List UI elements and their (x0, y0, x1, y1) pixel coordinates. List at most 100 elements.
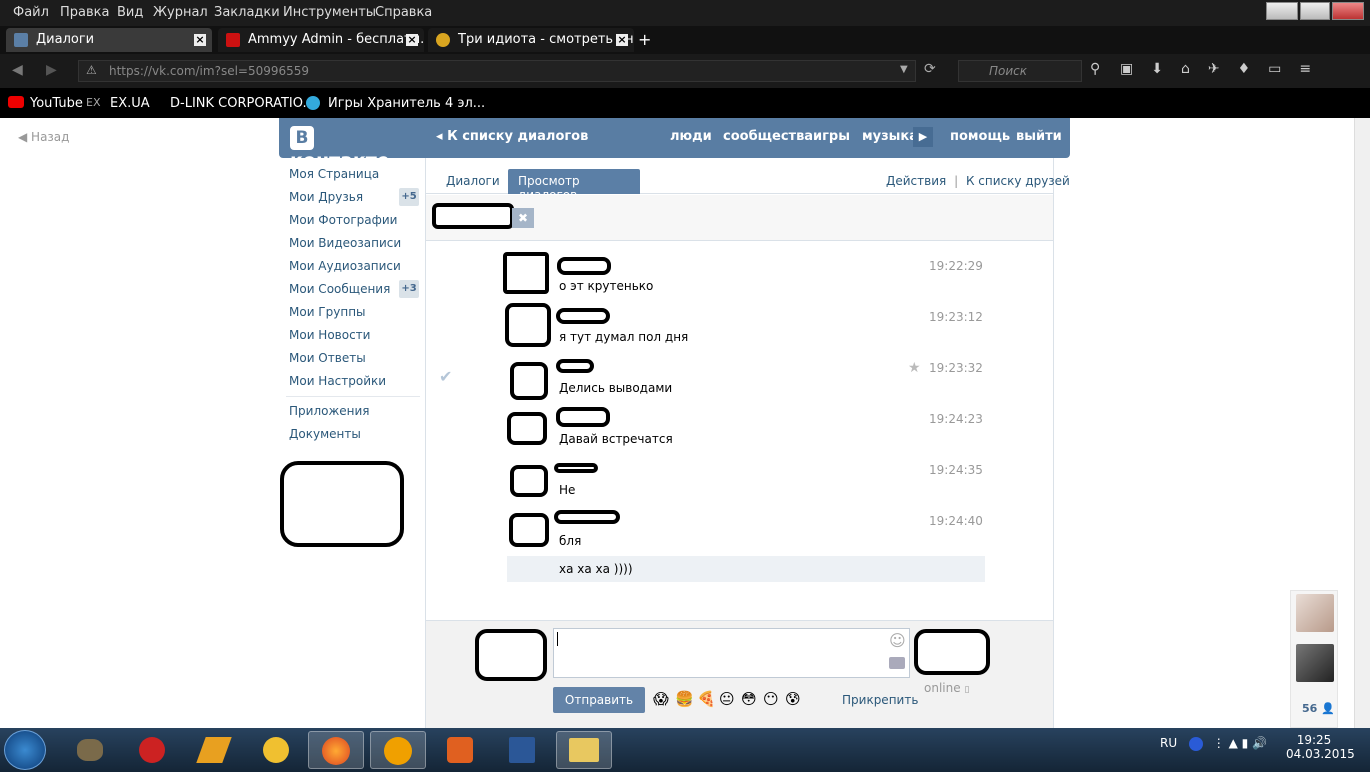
friend-avatar[interactable] (1296, 644, 1334, 682)
redacted-author[interactable] (554, 510, 620, 524)
close-tab-icon[interactable]: × (406, 34, 418, 46)
menu-my-groups[interactable]: Мои Группы (289, 305, 366, 319)
minimize-button[interactable] (1266, 2, 1298, 20)
nav-help[interactable]: помощь (950, 129, 1010, 144)
menu-view[interactable]: Вид (117, 5, 143, 20)
smiley-icon[interactable]: ☺ (889, 631, 906, 650)
emoji-flushed-icon[interactable]: 😳 (741, 690, 757, 708)
message-input[interactable] (553, 628, 910, 678)
attach-link[interactable]: Прикрепить (842, 693, 918, 707)
vk-logo[interactable]: Вконтакте (290, 126, 410, 172)
menu-my-answers[interactable]: Мои Ответы (289, 351, 366, 365)
bookmark-games[interactable]: Игры Хранитель 4 эл... (328, 96, 485, 111)
send-button[interactable]: Отправить (553, 687, 645, 713)
tab-three-idiots[interactable]: Три идиота - смотреть онл... × (428, 28, 634, 52)
close-tab-icon[interactable]: × (194, 34, 206, 46)
remove-peer-icon[interactable]: ✖ (512, 208, 534, 228)
emoji-neutral-icon[interactable]: 😐 (719, 690, 735, 708)
play-icon[interactable]: ▶ (913, 127, 933, 147)
clock-app-icon[interactable] (248, 731, 304, 769)
menu-my-audio[interactable]: Мои Аудиозаписи (289, 259, 401, 273)
menu-my-photos[interactable]: Мои Фотографии (289, 213, 397, 227)
menu-my-friends[interactable]: Мои Друзья (289, 190, 363, 204)
avatar[interactable] (510, 362, 548, 400)
toolbar-icons[interactable]: ▣⬇⌂✈♦▭≡ (1120, 61, 1329, 77)
emoji-anxious-icon[interactable]: 😰 (785, 690, 801, 708)
menu-edit[interactable]: Правка (60, 5, 109, 20)
redacted-author[interactable] (556, 407, 610, 427)
avatar[interactable] (510, 465, 548, 497)
redacted-author[interactable] (554, 463, 598, 473)
language-indicator[interactable]: RU (1160, 736, 1177, 750)
to-dialogs-list-link[interactable]: ◂ К списку диалогов (436, 129, 588, 144)
friends-count[interactable]: 56 👤 (1302, 702, 1335, 715)
nav-games[interactable]: игры (813, 129, 850, 144)
camera-icon[interactable] (889, 657, 905, 669)
peer-avatar[interactable] (914, 629, 990, 675)
back-link[interactable]: ◀ Назад (18, 130, 69, 144)
menu-file[interactable]: Файл (13, 5, 49, 20)
avatar[interactable] (509, 513, 549, 547)
explorer-icon[interactable] (556, 731, 612, 769)
star-icon[interactable]: ★ (908, 360, 921, 376)
bookmark-exua[interactable]: EX.UA (110, 96, 150, 111)
winamp-icon[interactable] (186, 731, 242, 769)
help-icon[interactable] (1188, 736, 1203, 751)
tray-icons[interactable]: ⋮ ▲ ▮ 🔊 (1213, 736, 1267, 750)
redacted-author[interactable] (556, 308, 610, 324)
bookmark-youtube[interactable]: YouTube (30, 96, 83, 111)
redacted-author[interactable] (556, 359, 594, 373)
emoji-pizza-icon[interactable]: 🍕 (697, 690, 716, 708)
maximize-button[interactable] (1300, 2, 1330, 20)
close-tab-icon[interactable]: × (616, 34, 628, 46)
friend-avatar[interactable] (1296, 594, 1334, 632)
emoji-no-mouth-icon[interactable]: 😶 (763, 690, 779, 708)
nav-music[interactable]: музыка (862, 129, 918, 144)
menu-apps[interactable]: Приложения (289, 404, 370, 418)
audio-player-icon[interactable] (124, 731, 180, 769)
nav-logout[interactable]: выйти (1016, 129, 1062, 144)
menu-my-messages[interactable]: Мои Сообщения (289, 282, 390, 296)
nav-communities[interactable]: сообщества (723, 129, 813, 144)
redacted-author[interactable] (557, 257, 611, 275)
media-player-icon[interactable] (432, 731, 488, 769)
close-window-button[interactable] (1332, 2, 1364, 20)
back-arrow-icon[interactable]: ◀ (12, 62, 23, 78)
tab-view-dialogs[interactable]: Просмотр диалогов (508, 169, 640, 202)
avatar[interactable] (507, 412, 547, 445)
scrollbar[interactable] (1354, 118, 1370, 728)
gimp-icon[interactable] (62, 731, 118, 769)
search-input[interactable]: Поиск (958, 60, 1082, 82)
word-icon[interactable] (494, 731, 550, 769)
avatar[interactable] (505, 303, 551, 347)
reload-icon[interactable]: ⟳ (924, 61, 936, 77)
tab-ammyy[interactable]: Ammyy Admin - бесплатн... × (218, 28, 424, 52)
menu-bookmarks[interactable]: Закладки (214, 5, 280, 20)
nav-people[interactable]: люди (670, 129, 712, 144)
actions-link[interactable]: Действия (886, 174, 946, 188)
tab-dialogs-list[interactable]: Диалоги (446, 174, 500, 188)
menu-my-news[interactable]: Мои Новости (289, 328, 370, 342)
start-button[interactable] (4, 730, 46, 770)
friends-list-link[interactable]: К списку друзей (966, 174, 1070, 188)
tab-dialogs[interactable]: Диалоги × (6, 28, 212, 52)
aimp-icon[interactable] (370, 731, 426, 769)
emoji-burger-icon[interactable]: 🍔 (675, 690, 694, 708)
menu-history[interactable]: Журнал (153, 5, 208, 20)
dropdown-icon[interactable]: ▼ (900, 64, 908, 75)
menu-help[interactable]: Справка (375, 5, 432, 20)
emoji-scream-icon[interactable]: 😱 (653, 690, 669, 708)
firefox-taskbar-icon[interactable] (308, 731, 364, 769)
bookmark-dlink[interactable]: D-LINK CORPORATIO... (170, 96, 315, 111)
menu-tools[interactable]: Инструменты (283, 5, 376, 20)
clock[interactable]: 19:25 04.03.2015 (1286, 733, 1355, 761)
avatar[interactable] (503, 252, 549, 294)
forward-arrow-icon[interactable]: ▶ (46, 62, 57, 78)
menu-my-videos[interactable]: Мои Видеозаписи (289, 236, 401, 250)
search-icon[interactable]: ⚲ (1090, 61, 1100, 77)
menu-documents[interactable]: Документы (289, 427, 361, 441)
menu-my-settings[interactable]: Мои Настройки (289, 374, 386, 388)
url-input[interactable]: https://vk.com/im?sel=50996559 (78, 60, 916, 82)
new-tab-icon[interactable]: + (638, 30, 651, 49)
menu-my-page[interactable]: Моя Страница (289, 167, 379, 181)
